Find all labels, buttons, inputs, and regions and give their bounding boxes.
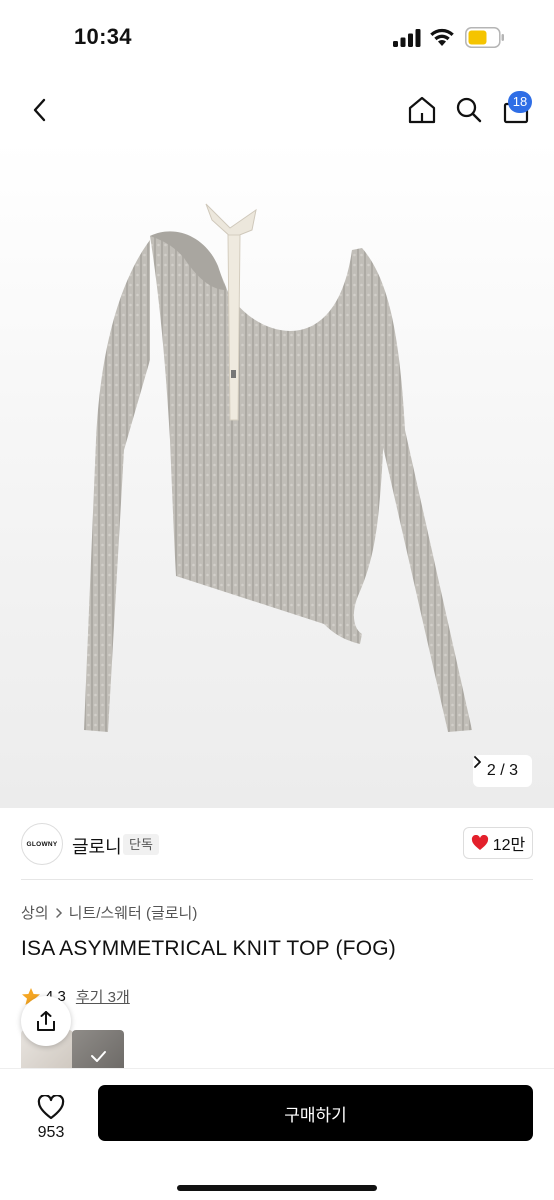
breadcrumb-subcategory[interactable]: 니트/스웨터 (글로니) xyxy=(69,902,198,923)
home-button[interactable] xyxy=(402,90,442,130)
review-thumbnail[interactable] xyxy=(72,1030,124,1070)
signal-icon xyxy=(393,29,421,47)
heart-filled-icon xyxy=(471,835,488,850)
exclusive-badge: 단독 xyxy=(123,834,159,855)
home-indicator xyxy=(177,1185,377,1191)
top-nav xyxy=(0,80,554,140)
bottom-action-bar: 953 구매하기 xyxy=(0,1068,554,1200)
page-indicator-text: 2 / 3 xyxy=(486,762,518,779)
breadcrumb: 상의 니트/스웨터 (글로니) xyxy=(21,902,197,923)
breadcrumb-category[interactable]: 상의 xyxy=(21,902,49,923)
divider xyxy=(21,879,533,880)
buy-button[interactable]: 구매하기 xyxy=(98,1085,533,1141)
product-image xyxy=(84,203,472,732)
home-icon xyxy=(408,96,436,124)
share-icon xyxy=(37,1011,55,1031)
review-count-link[interactable]: 후기 3개 xyxy=(76,986,130,1007)
back-button[interactable] xyxy=(20,90,60,130)
wishlist-button[interactable]: 953 xyxy=(20,1087,82,1149)
brand-like-count: 12만 xyxy=(492,837,526,854)
back-icon xyxy=(33,98,46,122)
chevron-right-icon xyxy=(473,756,481,768)
wishlist-count: 953 xyxy=(37,1123,65,1141)
product-image-gallery[interactable]: 2 / 3 xyxy=(0,140,554,808)
product-title: ISA ASYMMETRICAL KNIT TOP (FOG) xyxy=(21,937,396,960)
heart-outline-icon xyxy=(37,1094,65,1119)
battery-icon xyxy=(465,27,504,48)
search-button[interactable] xyxy=(449,90,489,130)
image-page-indicator[interactable]: 2 / 3 xyxy=(472,755,532,787)
wifi-icon xyxy=(430,28,454,46)
chevron-right-icon xyxy=(55,907,62,918)
brand-like-button[interactable]: 12만 xyxy=(463,827,533,859)
status-bar: 10:34 xyxy=(0,0,554,70)
check-icon xyxy=(91,1051,106,1062)
brand-row: GLOWNY 글로니 단독 12만 xyxy=(0,816,554,880)
share-button[interactable] xyxy=(21,996,71,1046)
status-time: 10:34 xyxy=(74,24,132,49)
brand-name[interactable]: 글로니 xyxy=(72,833,122,859)
cart-count-badge: 18 xyxy=(508,91,532,113)
search-icon xyxy=(456,97,482,123)
brand-logo[interactable]: GLOWNY xyxy=(21,823,63,865)
